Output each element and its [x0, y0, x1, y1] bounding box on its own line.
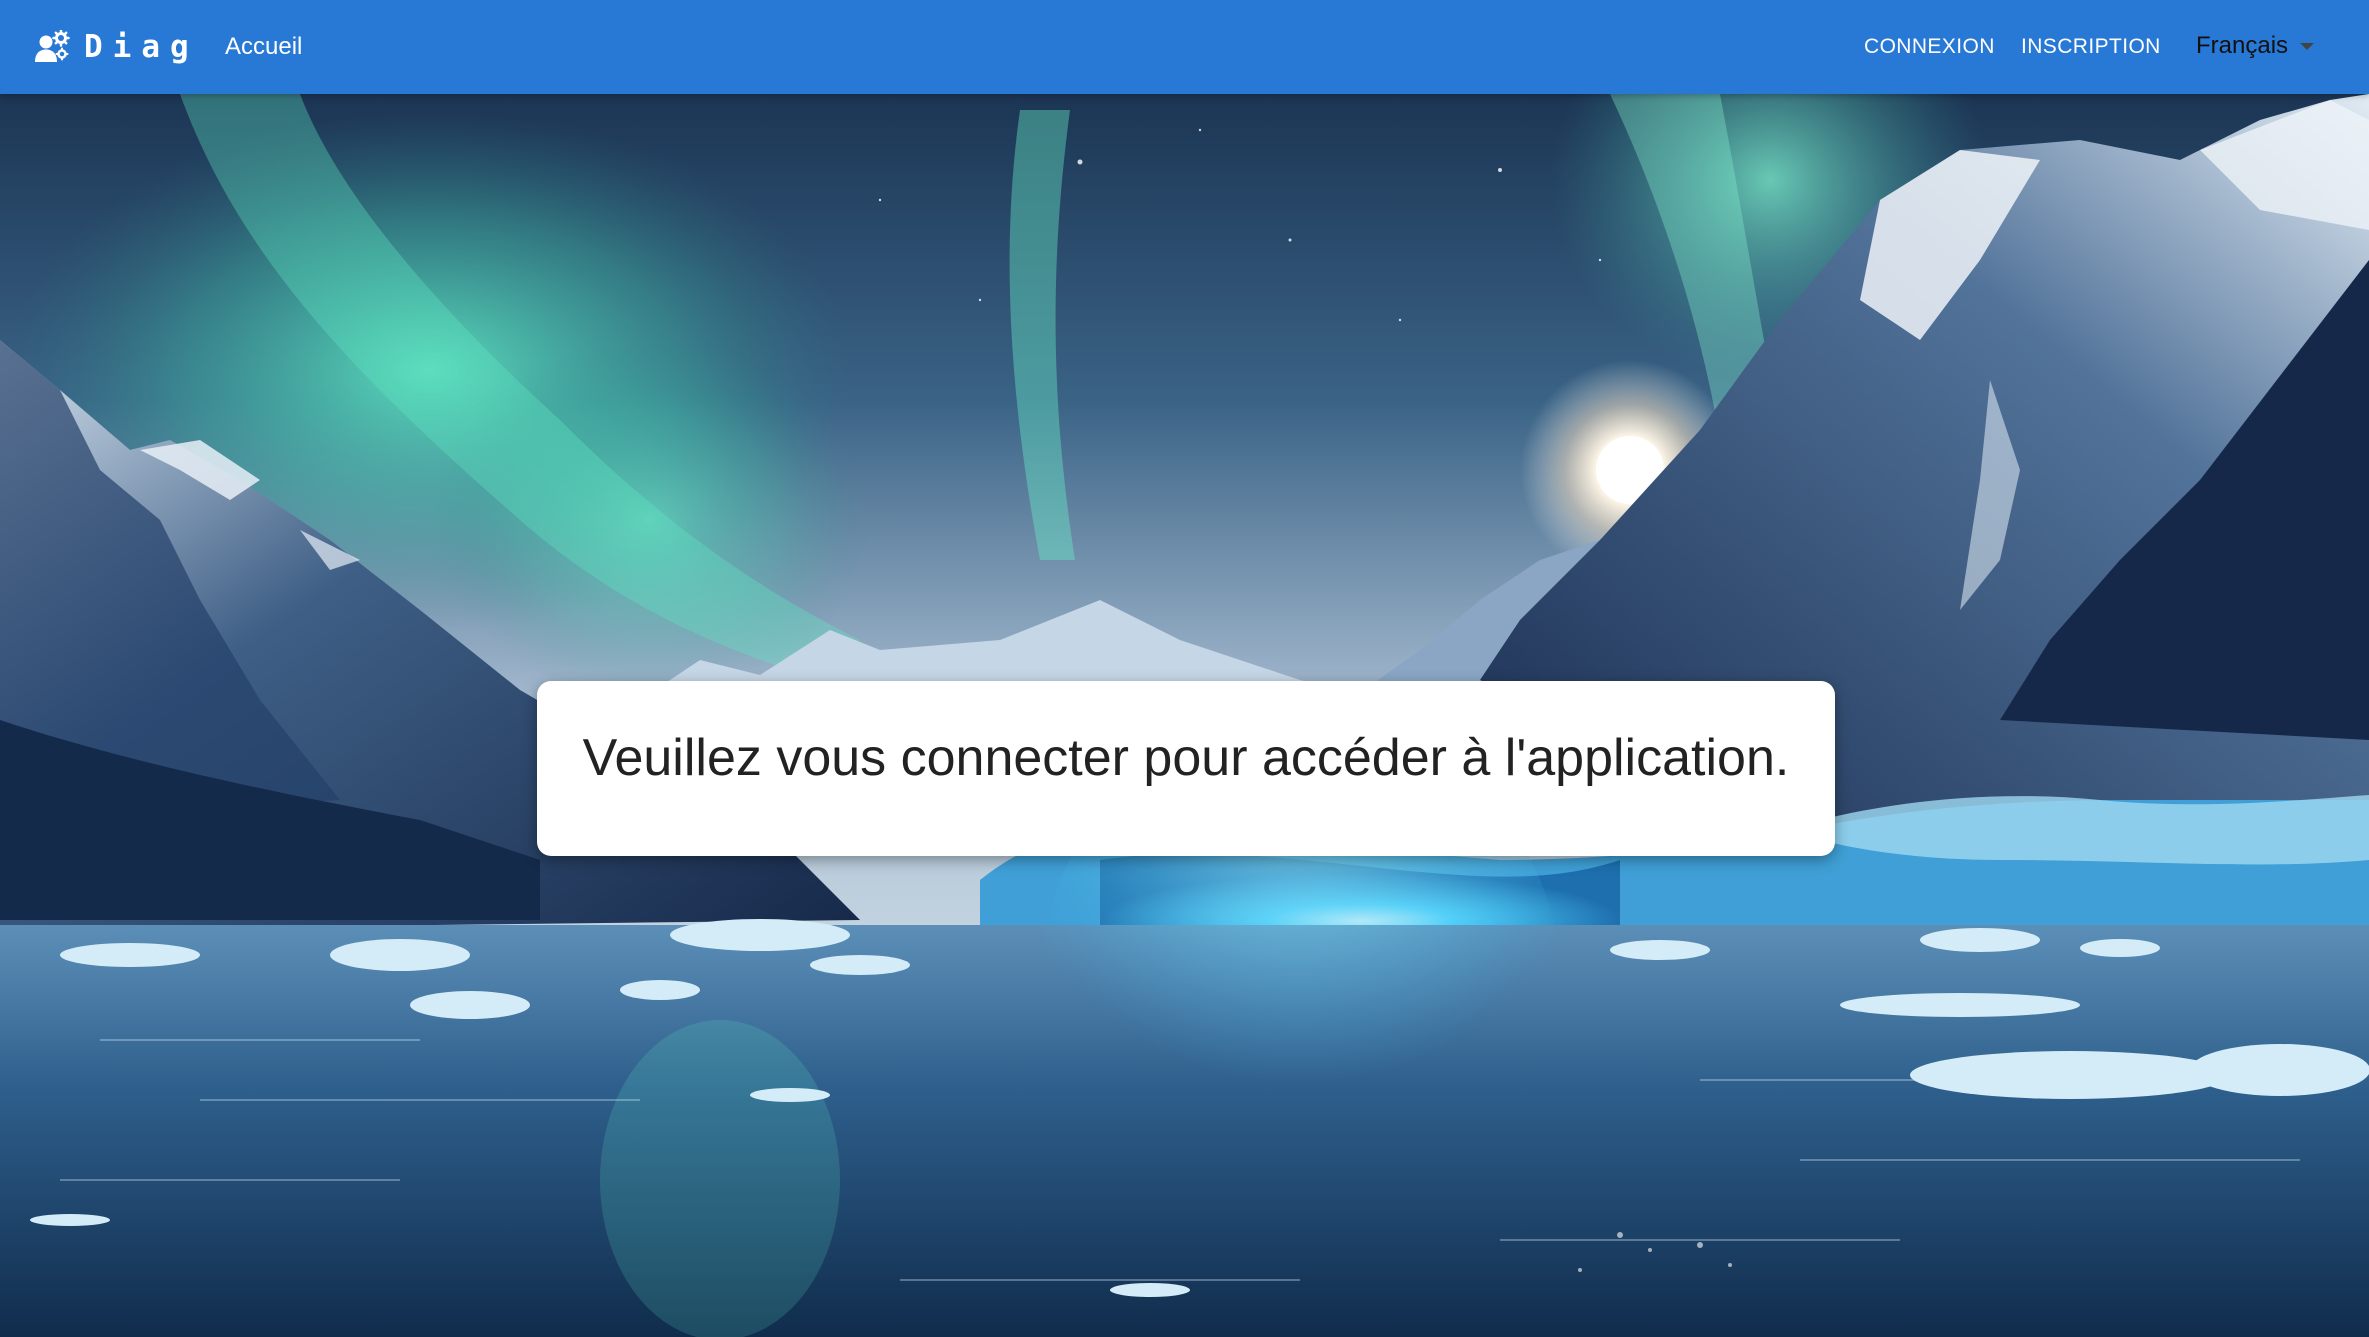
language-select[interactable]: Français	[2196, 30, 2315, 62]
app-page: Diag Accueil CONNEXION INSCRIPTION Franç…	[0, 0, 2369, 1337]
top-navbar: Diag Accueil CONNEXION INSCRIPTION Franç…	[0, 0, 2369, 94]
nav-link-home[interactable]: Accueil	[225, 31, 302, 63]
caret-down-icon	[2300, 42, 2315, 50]
brand-logo-link[interactable]: Diag	[34, 27, 199, 67]
register-button[interactable]: INSCRIPTION	[2021, 33, 2161, 61]
login-required-message: Veuillez vous connecter pour accéder à l…	[582, 729, 1790, 787]
brand-name: Diag	[84, 29, 199, 65]
users-gear-icon	[35, 30, 70, 62]
login-button[interactable]: CONNEXION	[1864, 33, 1995, 61]
language-select-value: Français	[2196, 32, 2289, 59]
login-required-card: Veuillez vous connecter pour accéder à l…	[537, 681, 1835, 856]
